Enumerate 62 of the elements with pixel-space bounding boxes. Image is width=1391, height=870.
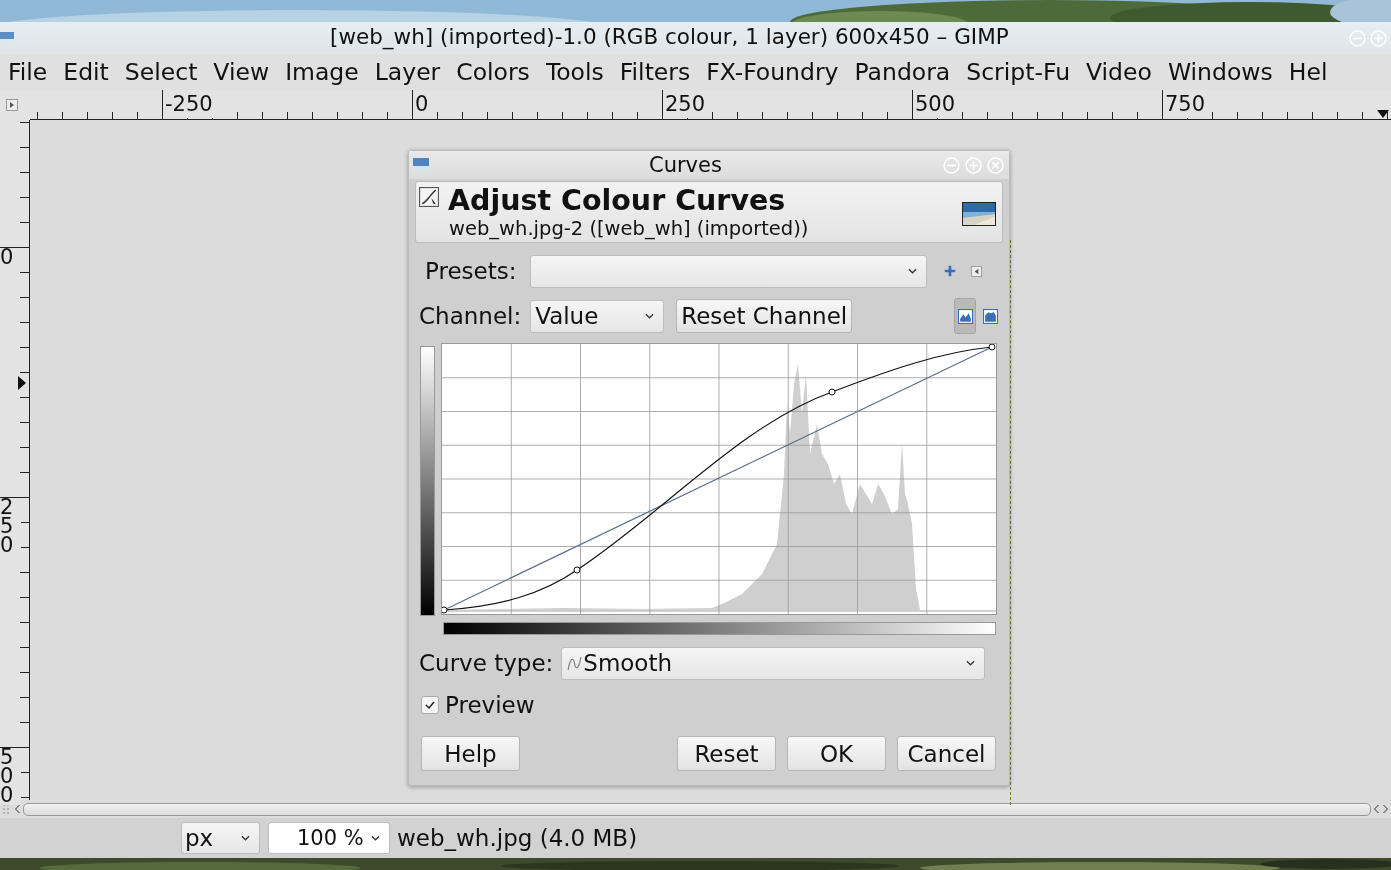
- scroll-right-icon[interactable]: [1382, 804, 1389, 814]
- menu-item[interactable]: Colors: [448, 55, 538, 89]
- checkmark-icon: [424, 699, 436, 711]
- control-point[interactable]: [988, 343, 996, 351]
- smooth-curve-icon: [566, 654, 584, 672]
- unit-dropdown[interactable]: px: [181, 822, 260, 854]
- scroll-left-icon[interactable]: [14, 804, 21, 814]
- chevron-down-icon: [966, 660, 976, 666]
- menu-item[interactable]: Script-Fu: [958, 55, 1079, 89]
- control-point[interactable]: [441, 606, 448, 614]
- preview-label[interactable]: Preview: [445, 692, 535, 718]
- chevron-down-icon: [371, 835, 380, 841]
- file-info: web_wh.jpg (4.0 MB): [397, 825, 638, 851]
- curve-type-label: Curve type:: [419, 650, 554, 676]
- menu-item[interactable]: Filters: [611, 55, 699, 89]
- ruler-label: 500: [0, 748, 21, 805]
- menu-item[interactable]: Pandora: [846, 55, 959, 89]
- navigate-icon[interactable]: [2, 804, 12, 814]
- menu-item[interactable]: Edit: [55, 55, 117, 89]
- pointer-marker-icon: [1377, 110, 1389, 118]
- dialog-subtitle: web_wh.jpg-2 ([web_wh] (imported)): [448, 217, 809, 241]
- presets-label: Presets:: [425, 258, 517, 284]
- horizontal-scrollbar[interactable]: [23, 802, 1371, 816]
- presets-dropdown[interactable]: [530, 254, 928, 288]
- menu-item[interactable]: File: [0, 55, 56, 89]
- menu-item[interactable]: Hel: [1280, 55, 1336, 89]
- dialog-heading: Adjust Colour Curves: [448, 185, 787, 217]
- histogram-icon: [957, 308, 973, 324]
- cancel-button[interactable]: Cancel: [897, 736, 996, 771]
- ruler-label: 250: [0, 498, 21, 555]
- curves-icon: [419, 187, 439, 207]
- reset-button[interactable]: Reset: [677, 736, 776, 771]
- menu-item[interactable]: View: [205, 55, 278, 89]
- menu-item[interactable]: Select: [116, 55, 206, 89]
- linear-histogram-button[interactable]: [954, 298, 976, 334]
- menu-item[interactable]: Layer: [366, 55, 449, 89]
- menu-item[interactable]: Windows: [1159, 55, 1281, 89]
- image-icon: [413, 158, 429, 172]
- ok-button[interactable]: OK: [787, 736, 886, 771]
- menu-item[interactable]: Tools: [537, 55, 612, 89]
- channel-dropdown[interactable]: Value: [530, 299, 665, 333]
- pointer-marker-icon: [18, 376, 26, 390]
- menu-item[interactable]: FX-Foundry: [698, 55, 847, 89]
- zoom-dropdown[interactable]: 100 %: [268, 822, 390, 854]
- control-point[interactable]: [828, 388, 836, 396]
- chevron-down-icon: [241, 835, 250, 841]
- chevron-down-icon: [908, 268, 918, 274]
- image-icon: [0, 32, 14, 44]
- menu-item[interactable]: Image: [277, 55, 367, 89]
- channel-label: Channel:: [419, 303, 522, 329]
- scroll-left-icon[interactable]: [1373, 804, 1380, 814]
- reset-channel-button[interactable]: Reset Channel: [676, 299, 853, 333]
- help-button[interactable]: Help: [421, 736, 520, 771]
- chevron-down-icon: [645, 313, 655, 319]
- menu-item[interactable]: Video: [1078, 55, 1160, 89]
- histogram-icon: [982, 308, 998, 324]
- preview-checkbox[interactable]: [421, 696, 439, 714]
- dialog-title: Curves: [649, 152, 722, 178]
- plus-icon[interactable]: [943, 264, 958, 278]
- curve-type-dropdown[interactable]: Smooth: [561, 646, 986, 680]
- window-title: [web_wh] (imported)-1.0 (RGB colour, 1 layer) 600x450 – GIMP: [330, 23, 1009, 52]
- control-point[interactable]: [573, 566, 581, 574]
